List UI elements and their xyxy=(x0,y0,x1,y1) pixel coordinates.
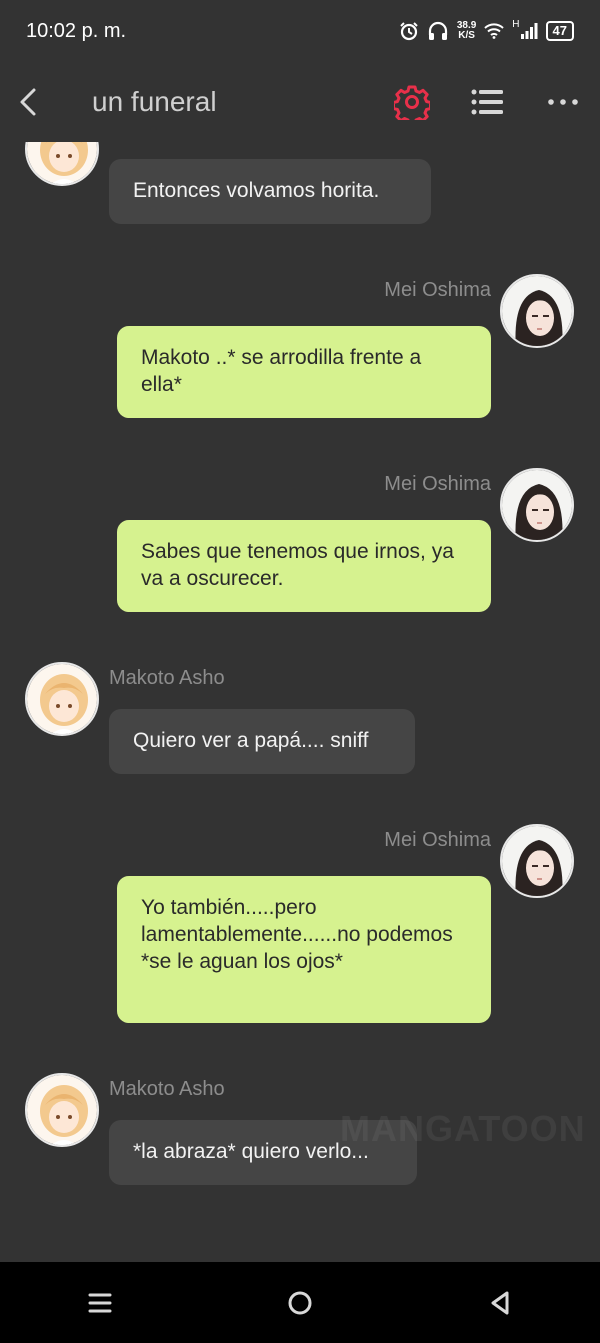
gear-icon[interactable] xyxy=(394,84,430,120)
message-bubble[interactable]: Yo también.....pero lamentablemente.....… xyxy=(117,876,491,1023)
list-icon[interactable] xyxy=(470,86,504,118)
sender-name: Mei Oshima xyxy=(384,473,491,495)
message-text: Makoto ..* se arrodilla frente a ella* xyxy=(141,346,422,396)
message-text: Quiero ver a papá.... sniff xyxy=(133,729,369,752)
back-arrow-icon[interactable] xyxy=(14,84,44,120)
signal-icon xyxy=(520,23,538,39)
sender-name: Mei Oshima xyxy=(384,279,491,301)
sender-name: Makoto Asho xyxy=(109,1078,225,1100)
wifi-icon xyxy=(484,23,504,39)
status-icons: 38.9 K/S H 47 xyxy=(399,19,574,41)
avatar-makoto[interactable] xyxy=(25,1073,99,1147)
back-button[interactable] xyxy=(475,1278,525,1328)
net-speed: 38.9 K/S xyxy=(457,21,476,41)
avatar-makoto[interactable] xyxy=(25,142,99,186)
message-text: *la abraza* quiero verlo... xyxy=(133,1140,369,1163)
message-bubble[interactable]: Makoto ..* se arrodilla frente a ella* xyxy=(117,326,491,418)
chat-title: un funeral xyxy=(92,86,217,117)
back-triangle-icon xyxy=(491,1291,509,1314)
sender-name: Makoto Asho xyxy=(109,667,225,689)
message-text: Sabes que tenemos que irnos, ya va a osc… xyxy=(141,540,454,590)
home-button[interactable] xyxy=(275,1278,325,1328)
home-circle-icon xyxy=(288,1291,312,1314)
message-text: Yo también.....pero lamentablemente.....… xyxy=(141,896,453,973)
chat-messages[interactable]: Entonces volvamos horita. Mei Oshima Mak… xyxy=(0,142,600,1262)
avatar-mei[interactable] xyxy=(500,274,574,348)
system-nav-bar xyxy=(0,1262,600,1343)
avatar-mei[interactable] xyxy=(500,824,574,898)
message-text: Entonces volvamos horita. xyxy=(133,179,380,202)
watermark-text: MANGATOON xyxy=(340,1108,586,1149)
status-time: 10:02 p. m. xyxy=(26,19,127,42)
menu-button[interactable] xyxy=(75,1278,125,1328)
headphones-icon xyxy=(428,21,447,40)
chat-header: un funeral xyxy=(0,62,600,142)
status-bar: 10:02 p. m. 38.9 K/S H 47 xyxy=(0,0,600,62)
sender-name: Mei Oshima xyxy=(384,829,491,851)
message-bubble[interactable]: Quiero ver a papá.... sniff xyxy=(109,709,415,774)
alarm-icon xyxy=(400,22,418,41)
battery-indicator: 47 xyxy=(545,21,574,41)
avatar-mei[interactable] xyxy=(500,468,574,542)
more-icon[interactable] xyxy=(546,90,580,114)
menu-icon xyxy=(88,1293,112,1312)
avatar-makoto[interactable] xyxy=(25,662,99,736)
message-bubble[interactable]: Entonces volvamos horita. xyxy=(109,159,431,224)
message-bubble[interactable]: Sabes que tenemos que irnos, ya va a osc… xyxy=(117,520,491,612)
net-speed-unit: K/S xyxy=(458,30,475,41)
signal-label: H xyxy=(512,19,520,30)
